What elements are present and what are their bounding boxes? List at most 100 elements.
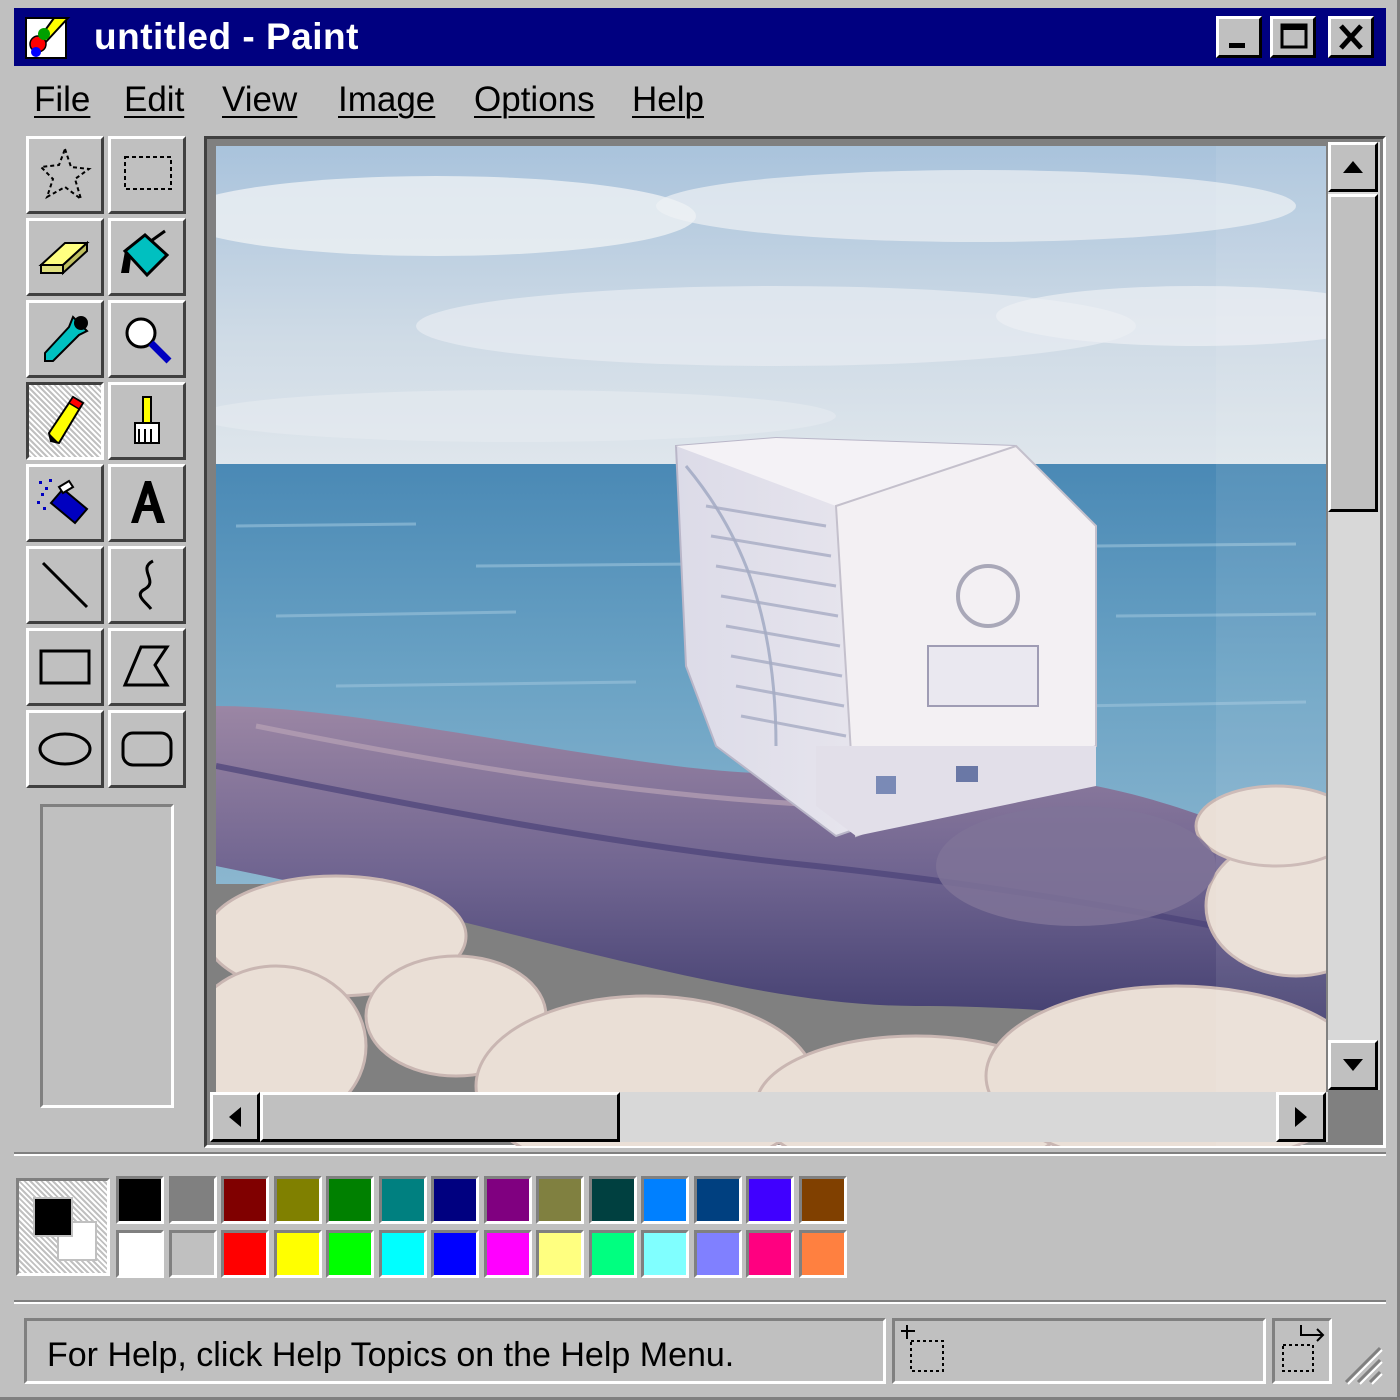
menu-bar: File Edit View Image Options Help xyxy=(14,70,1386,130)
palette-swatch[interactable] xyxy=(168,1176,217,1224)
cursor-position-icon xyxy=(901,1325,944,1372)
polygon-icon xyxy=(122,645,170,687)
palette-swatch[interactable] xyxy=(431,1230,479,1278)
airbrush-icon xyxy=(37,479,89,525)
scroll-up-button[interactable] xyxy=(1328,142,1378,192)
selection-size-icon xyxy=(1282,1325,1325,1372)
palette-swatch[interactable] xyxy=(483,1230,532,1278)
palette-swatch[interactable] xyxy=(168,1230,217,1278)
toolbox xyxy=(26,136,190,796)
palette-swatch[interactable] xyxy=(483,1176,532,1224)
palette-swatch[interactable] xyxy=(588,1176,637,1224)
maximize-button[interactable] xyxy=(1270,16,1316,58)
ellipse-icon xyxy=(38,732,92,766)
arrow-right-icon xyxy=(1295,1107,1307,1127)
palette-swatch[interactable] xyxy=(116,1230,164,1278)
arrow-up-icon xyxy=(1343,161,1363,173)
status-help-panel: For Help, click Help Topics on the Help … xyxy=(24,1318,886,1384)
rectangle-icon xyxy=(39,649,91,685)
menu-options[interactable]: Options xyxy=(474,80,595,120)
divider xyxy=(14,1152,1386,1156)
minimize-button[interactable] xyxy=(1216,16,1262,58)
tool-magnifier[interactable] xyxy=(108,300,186,378)
text-icon xyxy=(131,481,165,523)
pencil-icon xyxy=(47,395,85,445)
tool-pencil[interactable] xyxy=(26,382,104,460)
color-palette xyxy=(14,1176,854,1282)
menu-help[interactable]: Help xyxy=(632,80,704,120)
maximize-icon xyxy=(1280,23,1308,49)
tool-brush[interactable] xyxy=(108,382,186,460)
palette-swatch[interactable] xyxy=(431,1176,479,1224)
palette-swatch[interactable] xyxy=(746,1176,794,1224)
scroll-down-button[interactable] xyxy=(1328,1040,1378,1090)
menu-file[interactable]: File xyxy=(34,80,90,120)
palette-swatch[interactable] xyxy=(798,1176,847,1224)
eyedropper-icon xyxy=(44,315,89,362)
horizontal-scrollbar[interactable] xyxy=(210,1092,1328,1142)
scroll-right-button[interactable] xyxy=(1276,1092,1326,1142)
tool-fill-with-color[interactable] xyxy=(108,218,186,296)
resize-grip-icon[interactable] xyxy=(1340,1342,1384,1386)
palette-swatch[interactable] xyxy=(693,1176,742,1224)
horizontal-scroll-thumb[interactable] xyxy=(260,1092,620,1142)
palette-swatch[interactable] xyxy=(746,1230,794,1278)
paint-bucket-icon xyxy=(121,229,170,278)
vertical-scroll-thumb[interactable] xyxy=(1328,194,1378,512)
palette-swatch[interactable] xyxy=(116,1176,164,1224)
palette-swatch[interactable] xyxy=(221,1230,269,1278)
tool-select[interactable] xyxy=(108,136,186,214)
palette-swatch[interactable] xyxy=(693,1230,742,1278)
arrow-left-icon xyxy=(229,1107,241,1127)
palette-swatch[interactable] xyxy=(221,1176,269,1224)
palette-swatch[interactable] xyxy=(536,1176,584,1224)
palette-swatch[interactable] xyxy=(326,1176,374,1224)
magnifier-icon xyxy=(125,317,172,364)
tool-line[interactable] xyxy=(26,546,104,624)
close-icon xyxy=(1339,24,1363,50)
palette-swatch[interactable] xyxy=(326,1230,374,1278)
divider xyxy=(14,1300,1386,1304)
tool-free-form-select[interactable] xyxy=(26,136,104,214)
palette-swatch[interactable] xyxy=(273,1176,322,1224)
paint-app-icon[interactable] xyxy=(24,14,72,62)
tool-polygon[interactable] xyxy=(108,628,186,706)
curve-icon xyxy=(138,559,154,610)
tool-options-box[interactable] xyxy=(40,804,174,1108)
scroll-left-button[interactable] xyxy=(210,1092,260,1142)
tool-rectangle[interactable] xyxy=(26,628,104,706)
current-colors xyxy=(16,1178,110,1276)
status-bar: For Help, click Help Topics on the Help … xyxy=(14,1312,1386,1390)
tool-curve[interactable] xyxy=(108,546,186,624)
brush-icon xyxy=(134,396,160,444)
rounded-rectangle-icon xyxy=(121,731,173,767)
palette-swatch[interactable] xyxy=(641,1176,689,1224)
title-bar[interactable]: untitled - Paint xyxy=(14,8,1386,66)
menu-image[interactable]: Image xyxy=(338,80,435,120)
minimize-icon xyxy=(1229,43,1245,48)
foreground-color xyxy=(33,1197,73,1237)
menu-edit[interactable]: Edit xyxy=(124,80,184,120)
palette-swatch[interactable] xyxy=(378,1230,427,1278)
close-button[interactable] xyxy=(1328,16,1374,58)
arrow-down-icon xyxy=(1343,1059,1363,1071)
tool-airbrush[interactable] xyxy=(26,464,104,542)
vertical-scrollbar[interactable] xyxy=(1328,142,1380,1090)
palette-swatch[interactable] xyxy=(798,1230,847,1278)
free-form-select-icon xyxy=(38,146,92,202)
palette-swatch[interactable] xyxy=(378,1176,427,1224)
tool-ellipse[interactable] xyxy=(26,710,104,788)
tool-pick-color[interactable] xyxy=(26,300,104,378)
tool-rounded-rectangle[interactable] xyxy=(108,710,186,788)
palette-swatch[interactable] xyxy=(588,1230,637,1278)
palette-swatch[interactable] xyxy=(273,1230,322,1278)
drawing-canvas[interactable] xyxy=(216,146,1326,1146)
paint-window: untitled - Paint File Edit View Image Op… xyxy=(0,0,1400,1400)
menu-view[interactable]: View xyxy=(222,80,297,120)
rectangle-select-icon xyxy=(124,156,172,190)
palette-swatch[interactable] xyxy=(536,1230,584,1278)
status-help-text: For Help, click Help Topics on the Help … xyxy=(47,1336,735,1374)
palette-swatch[interactable] xyxy=(641,1230,689,1278)
tool-text[interactable] xyxy=(108,464,186,542)
tool-eraser[interactable] xyxy=(26,218,104,296)
